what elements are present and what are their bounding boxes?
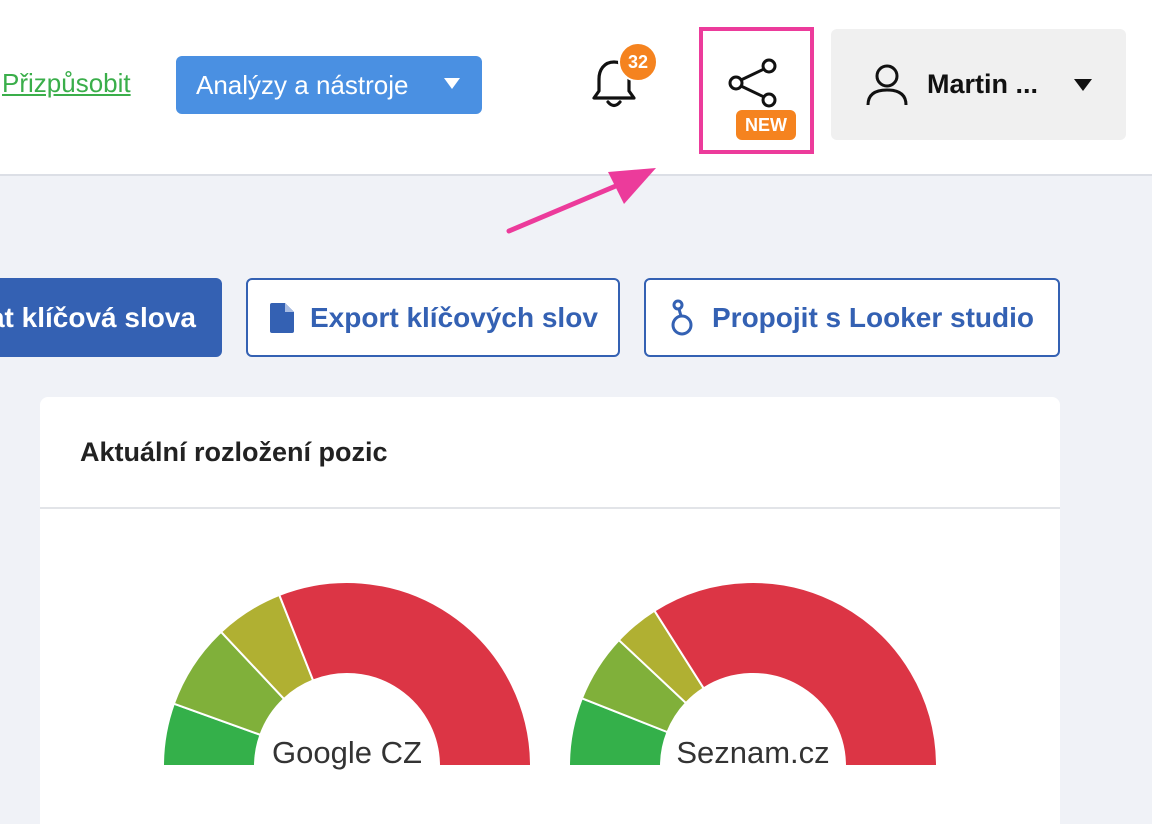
card-divider xyxy=(40,507,1060,509)
user-icon xyxy=(866,64,908,106)
user-name: Martin ... xyxy=(927,69,1039,99)
share-button[interactable]: NEW xyxy=(699,27,814,154)
user-menu-button[interactable]: Martin ... xyxy=(831,29,1126,140)
top-header: Přizpůsobit Analýzy a nástroje 32 NEW Ma… xyxy=(0,0,1152,176)
looker-studio-button[interactable]: Propojit s Looker studio xyxy=(644,278,1060,357)
card-title: Aktuální rozložení pozic xyxy=(80,437,388,467)
gauge-label: Seznam.cz xyxy=(676,735,830,770)
looker-icon xyxy=(671,299,693,335)
analyses-tools-button[interactable]: Analýzy a nástroje xyxy=(176,56,482,114)
analyses-tools-label: Analýzy a nástroje xyxy=(196,69,409,100)
document-icon xyxy=(270,302,294,333)
gauge-label: Google CZ xyxy=(272,735,422,770)
positions-card: Aktuální rozložení pozic Google CZ Sezna… xyxy=(40,397,1060,824)
looker-studio-label: Propojit s Looker studio xyxy=(712,301,1035,333)
annotation-arrow xyxy=(506,168,656,234)
export-keywords-button[interactable]: Export klíčových slov xyxy=(246,278,620,357)
caret-down-icon xyxy=(444,78,460,89)
notification-count-badge: 32 xyxy=(618,42,658,82)
share-icon xyxy=(728,58,777,108)
export-keywords-label: Export klíčových slov xyxy=(310,301,598,333)
caret-down-icon xyxy=(1074,79,1092,91)
new-badge: NEW xyxy=(736,110,796,140)
customize-link[interactable]: Přizpůsobit xyxy=(2,68,131,99)
keywords-button[interactable]: at klíčová slova xyxy=(0,278,222,357)
